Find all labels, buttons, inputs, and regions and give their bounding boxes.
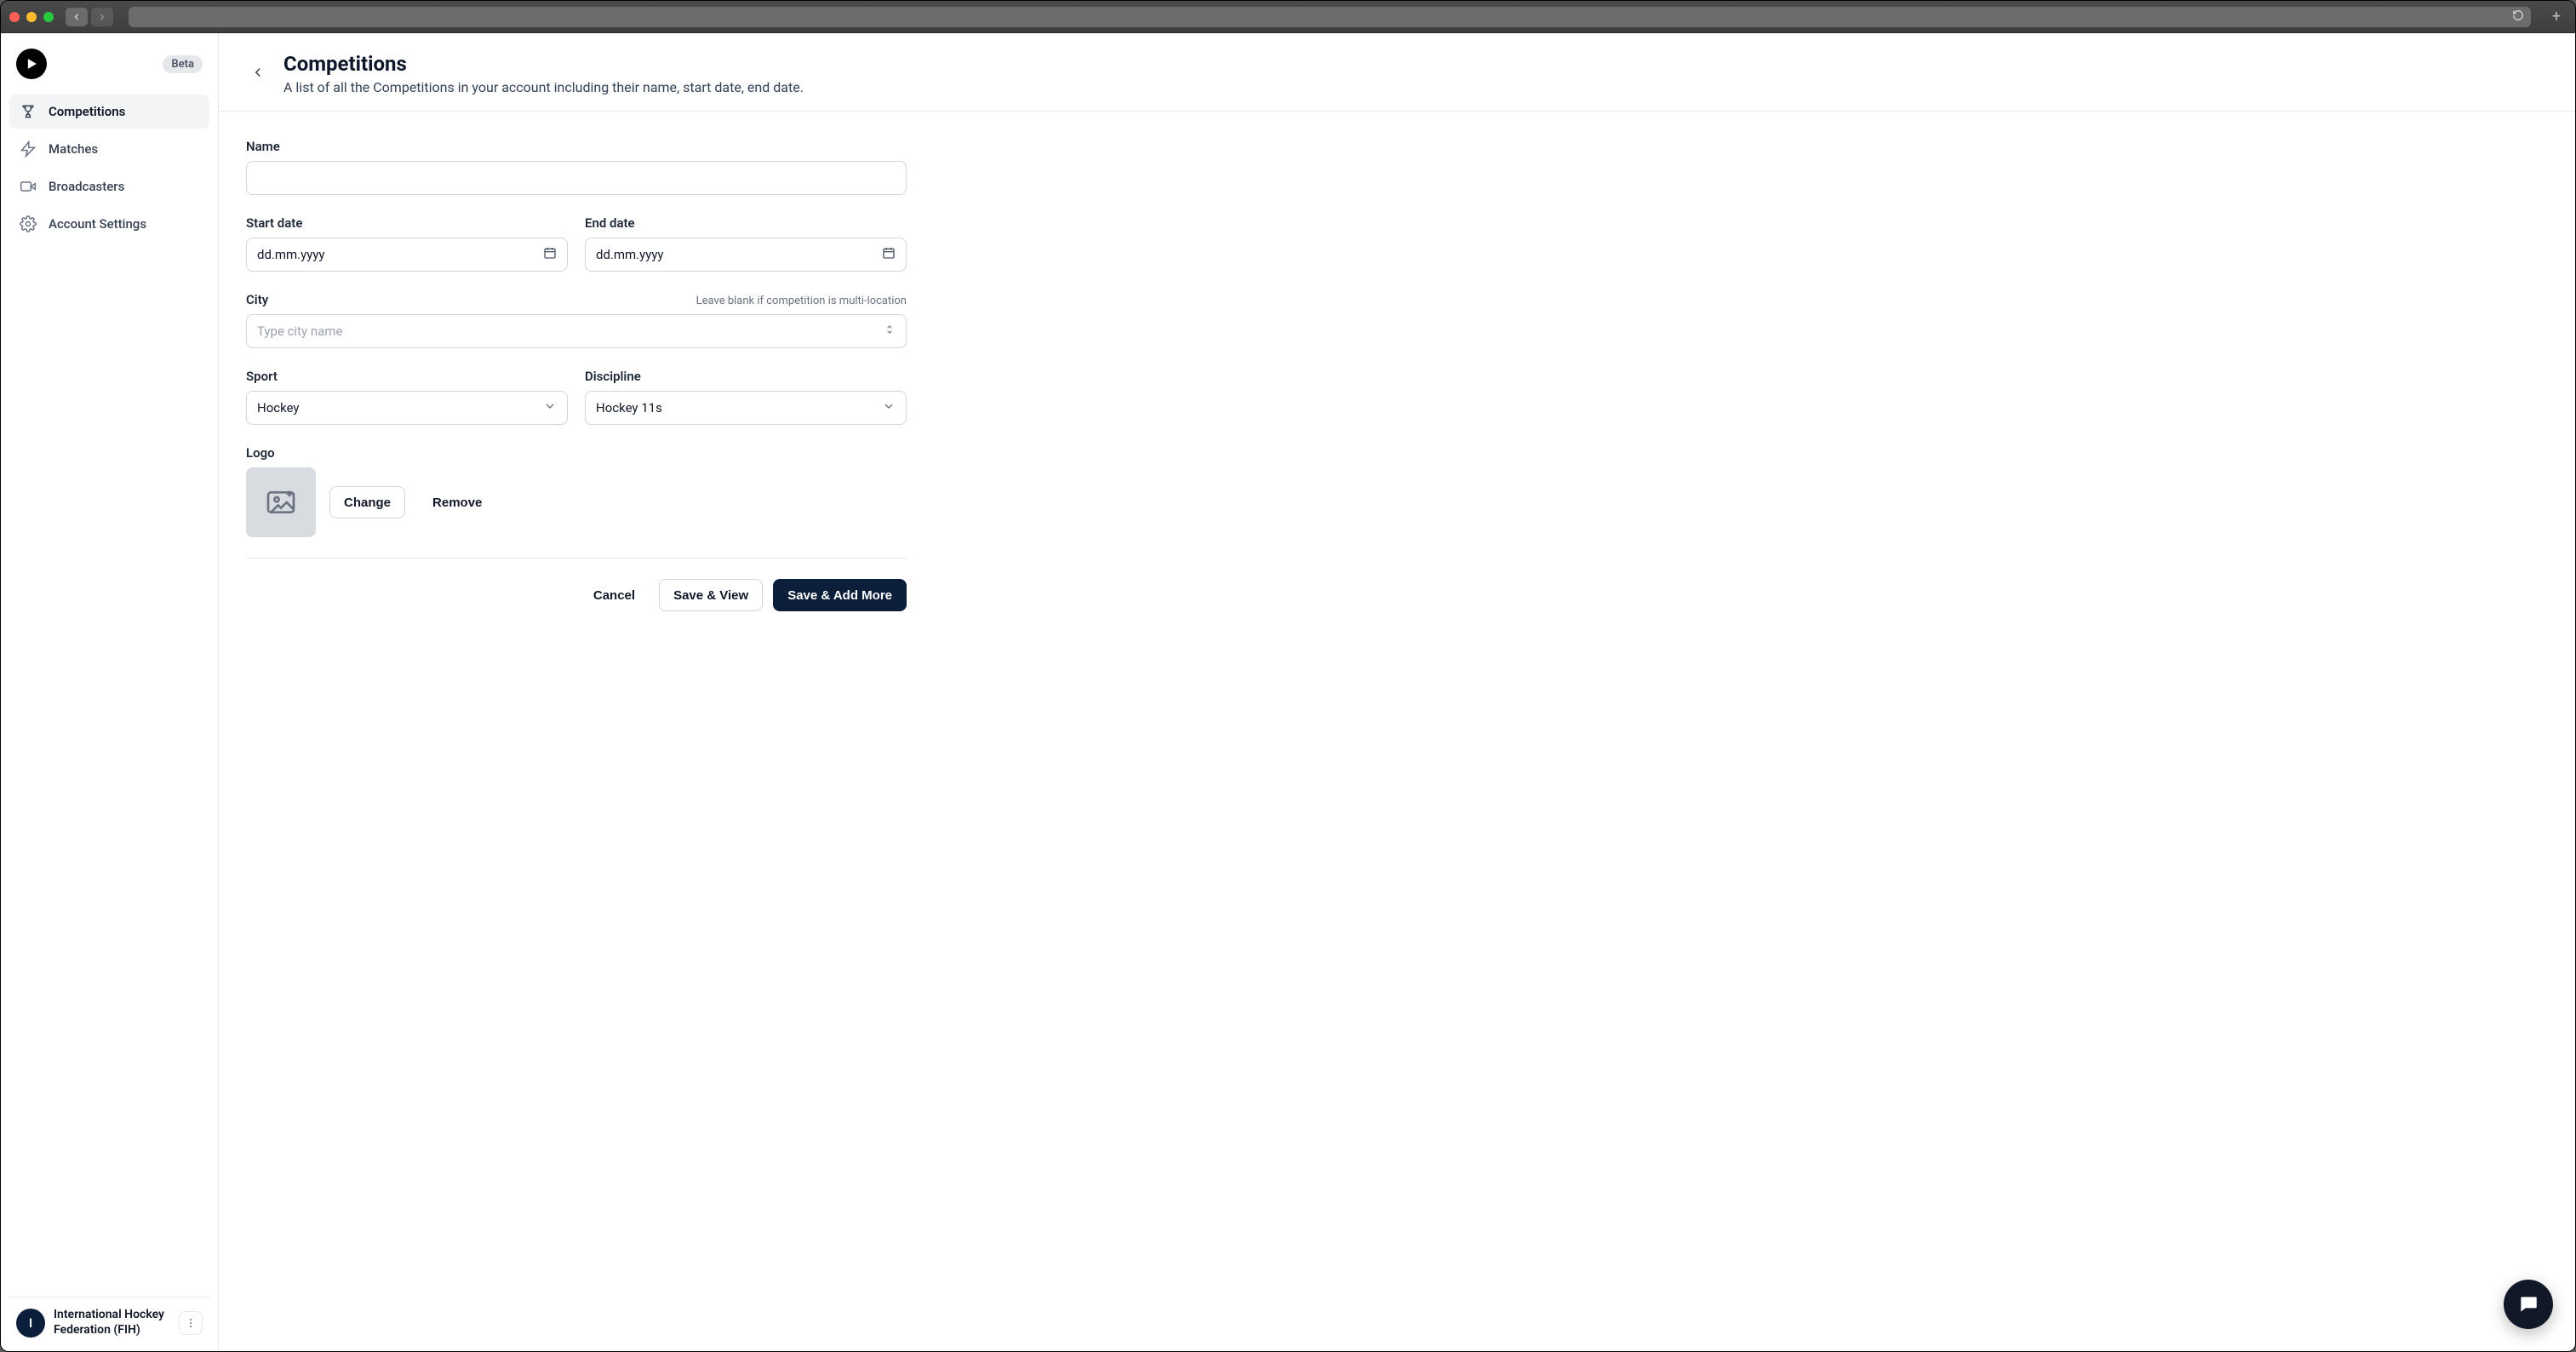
main: Competitions A list of all the Competiti… — [219, 33, 2575, 1351]
sidebar: Beta Competitions Matches — [1, 33, 219, 1351]
field-city: City Leave blank if competition is multi… — [246, 292, 907, 348]
browser-forward-button[interactable] — [91, 8, 113, 26]
chevron-down-icon — [543, 399, 557, 416]
end-date-label: End date — [585, 215, 635, 231]
gear-icon — [20, 215, 37, 232]
city-hint: Leave blank if competition is multi-loca… — [696, 295, 907, 307]
sidebar-item-broadcasters[interactable]: Broadcasters — [9, 169, 209, 203]
calendar-icon — [882, 246, 896, 263]
field-logo: Logo Change Remove — [246, 445, 907, 537]
discipline-select[interactable]: Hockey 11s — [585, 391, 907, 425]
sidebar-nav: Competitions Matches Broadcasters — [9, 95, 209, 241]
sidebar-item-label: Matches — [49, 141, 98, 157]
discipline-value: Hockey 11s — [596, 400, 662, 415]
field-sport: Sport Hockey — [246, 369, 568, 425]
sidebar-item-account-settings[interactable]: Account Settings — [9, 207, 209, 241]
field-start-date: Start date dd.mm.yyyy — [246, 215, 568, 272]
titlebar: + — [1, 1, 2575, 33]
save-add-more-button[interactable]: Save & Add More — [773, 579, 907, 611]
sidebar-item-label: Broadcasters — [49, 179, 124, 194]
sidebar-item-matches[interactable]: Matches — [9, 132, 209, 166]
window-minimize[interactable] — [26, 12, 37, 22]
city-combobox[interactable]: Type city name — [246, 314, 907, 348]
field-end-date: End date dd.mm.yyyy — [585, 215, 907, 272]
account-menu-button[interactable] — [179, 1311, 203, 1335]
window-controls — [9, 12, 54, 22]
chevron-down-icon — [882, 399, 896, 416]
avatar: I — [16, 1309, 45, 1338]
city-placeholder: Type city name — [257, 324, 342, 339]
end-date-placeholder: dd.mm.yyyy — [596, 247, 664, 262]
app-logo — [16, 49, 47, 79]
discipline-label: Discipline — [585, 369, 641, 384]
address-bar[interactable] — [129, 7, 2531, 27]
browser-back-button[interactable] — [66, 8, 88, 26]
form-actions: Cancel Save & View Save & Add More — [246, 579, 907, 611]
chevron-updown-icon — [884, 324, 896, 339]
chat-fab[interactable] — [2504, 1280, 2553, 1329]
name-input[interactable] — [246, 161, 907, 195]
remove-logo-button[interactable]: Remove — [419, 486, 495, 518]
sidebar-item-label: Competitions — [49, 104, 125, 119]
end-date-input[interactable]: dd.mm.yyyy — [585, 238, 907, 272]
sport-label: Sport — [246, 369, 278, 384]
logo-label: Logo — [246, 445, 275, 461]
app-window: + Beta Competitions — [0, 0, 2576, 1352]
back-button[interactable] — [246, 60, 270, 84]
start-date-label: Start date — [246, 215, 302, 231]
new-tab-button[interactable]: + — [2546, 7, 2567, 27]
window-close[interactable] — [9, 12, 20, 22]
page-header: Competitions A list of all the Competiti… — [219, 33, 2575, 112]
competition-form: Name Start date dd.mm.yyyy — [219, 112, 934, 639]
sidebar-item-label: Account Settings — [49, 216, 146, 232]
bolt-icon — [20, 140, 37, 158]
page-subtitle: A list of all the Competitions in your a… — [283, 79, 804, 95]
window-maximize[interactable] — [43, 12, 54, 22]
sport-select[interactable]: Hockey — [246, 391, 568, 425]
save-view-button[interactable]: Save & View — [659, 579, 763, 611]
brand-row: Beta — [9, 49, 209, 95]
account-card: I International Hockey Federation (FIH) — [9, 1297, 209, 1343]
city-label: City — [246, 292, 268, 307]
account-name: International Hockey Federation (FIH) — [54, 1308, 170, 1338]
app-body: Beta Competitions Matches — [1, 33, 2575, 1351]
start-date-input[interactable]: dd.mm.yyyy — [246, 238, 568, 272]
divider — [246, 558, 907, 559]
start-date-placeholder: dd.mm.yyyy — [257, 247, 325, 262]
reload-icon[interactable] — [2512, 9, 2524, 25]
name-label: Name — [246, 139, 280, 154]
calendar-icon — [543, 246, 557, 263]
browser-nav — [66, 8, 113, 26]
beta-badge: Beta — [163, 55, 203, 73]
change-logo-button[interactable]: Change — [329, 486, 405, 518]
field-discipline: Discipline Hockey 11s — [585, 369, 907, 425]
video-icon — [20, 178, 37, 195]
page-title: Competitions — [283, 52, 804, 76]
field-name: Name — [246, 139, 907, 195]
logo-dropzone[interactable] — [246, 467, 316, 537]
sidebar-item-competitions[interactable]: Competitions — [9, 95, 209, 129]
cancel-button[interactable]: Cancel — [580, 579, 649, 611]
trophy-icon — [20, 103, 37, 120]
sport-value: Hockey — [257, 400, 300, 415]
